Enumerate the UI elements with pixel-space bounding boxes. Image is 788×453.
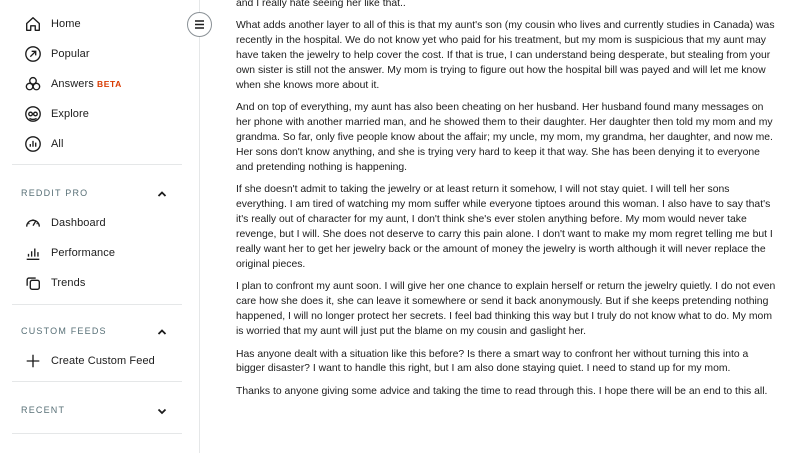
left-sidebar: Home Popular Answers BETA Explore All RE…: [0, 0, 200, 453]
post-paragraph: And on top of everything, my aunt has al…: [236, 102, 773, 174]
sidebar-item-label: Performance: [51, 247, 116, 259]
post-paragraph: Has anyone dealt with a situation like t…: [236, 348, 749, 375]
sidebar-item-answers[interactable]: Answers BETA: [0, 69, 199, 99]
sidebar-item-dashboard[interactable]: Dashboard: [0, 208, 199, 238]
divider: [12, 164, 182, 165]
sidebar-item-popular[interactable]: Popular: [0, 39, 199, 69]
post-paragraph: What adds another layer to all of this i…: [236, 20, 775, 92]
section-header-custom-feeds[interactable]: CUSTOM FEEDS: [0, 319, 199, 343]
create-custom-feed-button[interactable]: Create Custom Feed: [0, 346, 199, 376]
post-paragraph: and I really hate seeing her like that..: [236, 0, 406, 9]
sidebar-item-explore[interactable]: Explore: [0, 99, 199, 129]
sidebar-item-label: Answers: [51, 78, 94, 90]
chevron-up-icon: [156, 187, 168, 199]
sidebar-item-home[interactable]: Home: [0, 9, 199, 39]
trends-icon: [23, 273, 43, 293]
chevron-down-icon: [156, 404, 168, 416]
collapse-sidebar-button[interactable]: [187, 12, 212, 37]
sidebar-item-label: Dashboard: [51, 217, 106, 229]
home-icon: [23, 14, 43, 34]
section-header-recent[interactable]: RECENT: [0, 398, 199, 422]
hamburger-menu-icon: [194, 19, 205, 30]
post-paragraph: If she doesn't admit to taking the jewel…: [236, 184, 773, 270]
beta-badge: BETA: [97, 79, 122, 89]
divider: [12, 304, 182, 305]
sidebar-item-performance[interactable]: Performance: [0, 238, 199, 268]
answers-icon: [23, 74, 43, 94]
post-body: and I really hate seeing her like that..…: [236, 0, 778, 407]
explore-icon: [23, 104, 43, 124]
sidebar-item-label: Explore: [51, 108, 89, 120]
post-paragraph: I plan to confront my aunt soon. I will …: [236, 281, 776, 338]
popular-arrow-icon: [23, 44, 43, 64]
create-custom-feed-label: Create Custom Feed: [51, 355, 155, 367]
sidebar-item-label: Home: [51, 18, 81, 30]
divider: [12, 381, 182, 382]
performance-bars-icon: [23, 243, 43, 263]
post-paragraph: Thanks to anyone giving some advice and …: [236, 385, 768, 397]
chevron-up-icon: [156, 325, 168, 337]
section-title: REDDIT PRO: [21, 188, 89, 198]
sidebar-item-all[interactable]: All: [0, 129, 199, 159]
sidebar-item-trends[interactable]: Trends: [0, 268, 199, 298]
plus-icon: [23, 351, 43, 371]
section-title: CUSTOM FEEDS: [21, 326, 107, 336]
section-header-reddit-pro[interactable]: REDDIT PRO: [0, 181, 199, 205]
all-icon: [23, 134, 43, 154]
sidebar-item-label: Popular: [51, 48, 90, 60]
dashboard-gauge-icon: [23, 213, 43, 233]
sidebar-item-label: All: [51, 138, 64, 150]
divider: [12, 433, 182, 434]
section-title: RECENT: [21, 405, 66, 415]
sidebar-item-label: Trends: [51, 277, 86, 289]
